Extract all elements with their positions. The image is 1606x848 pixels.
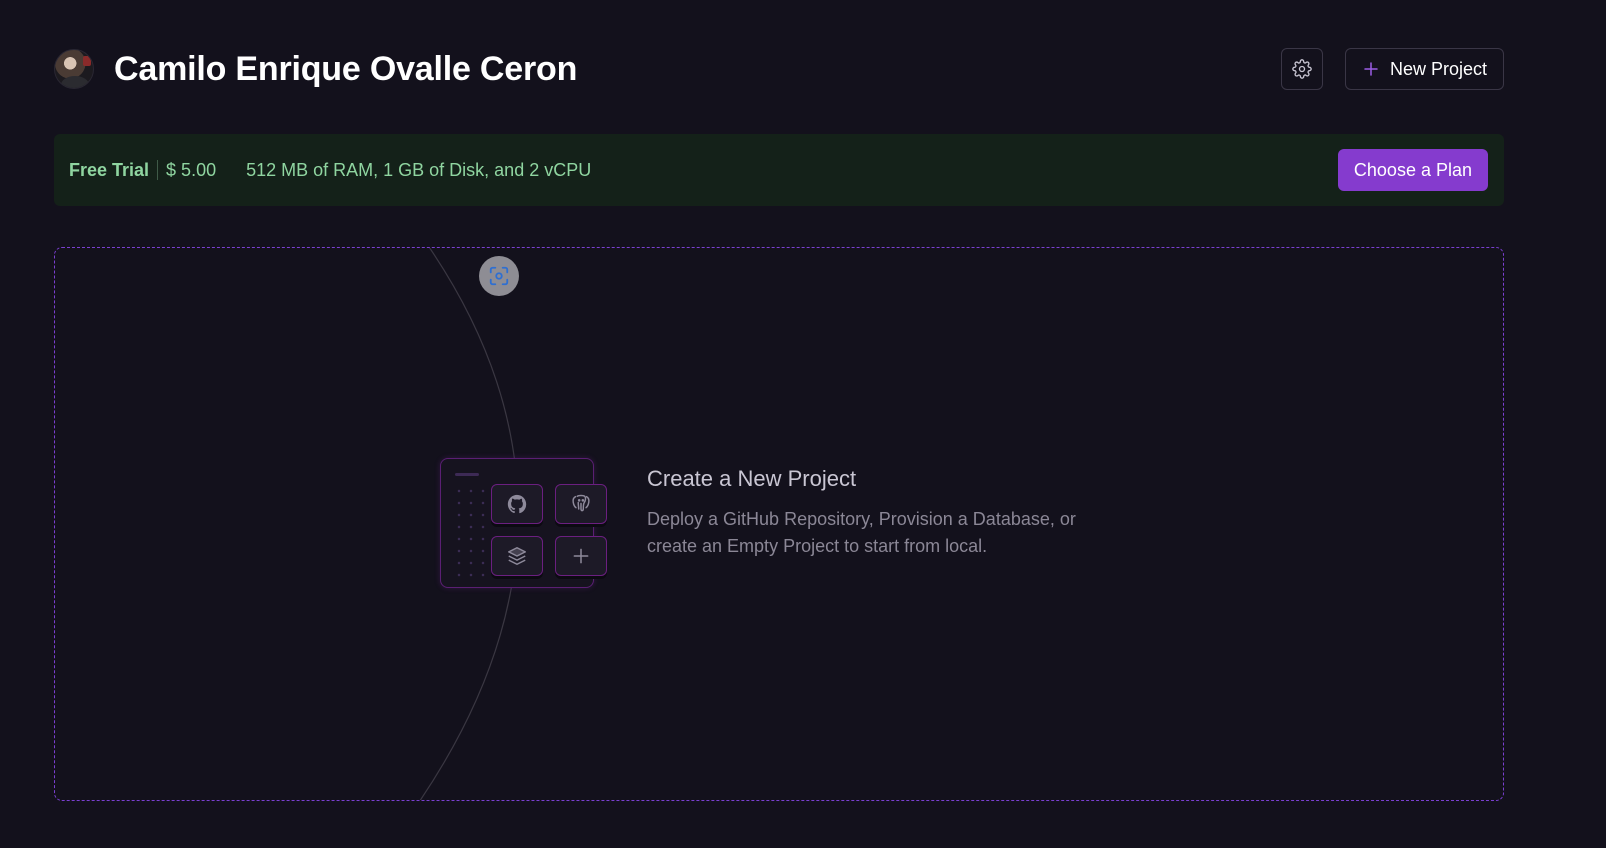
- github-icon: [507, 494, 527, 514]
- trial-label: Free Trial: [69, 159, 150, 180]
- avatar[interactable]: [54, 49, 94, 89]
- project-illustration: [440, 458, 610, 592]
- github-tile: [491, 484, 543, 524]
- plus-icon: [573, 548, 589, 564]
- avatar-accent: [83, 56, 91, 66]
- settings-button[interactable]: [1280, 48, 1323, 90]
- focus-scan-icon: [489, 266, 509, 286]
- new-project-button[interactable]: New Project: [1344, 48, 1504, 90]
- trial-resources: 512 MB of RAM, 1 GB of Disk, and 2 vCPU: [246, 159, 592, 180]
- new-project-label: New Project: [1389, 58, 1487, 79]
- illustration-dots: [453, 485, 493, 581]
- create-project-title: Create a New Project: [647, 466, 857, 491]
- focus-scan-button[interactable]: [479, 256, 519, 296]
- create-project-panel[interactable]: Create a New Project Deploy a GitHub Rep…: [54, 247, 1504, 801]
- postgres-tile: [555, 484, 607, 524]
- trial-banner: Free Trial $ 5.00 512 MB of RAM, 1 GB of…: [54, 134, 1504, 206]
- avatar-shirt: [61, 76, 89, 88]
- trial-divider: [157, 160, 159, 180]
- create-project-text: Create a New Project Deploy a GitHub Rep…: [647, 466, 1117, 560]
- header-actions: New Project: [1280, 48, 1504, 90]
- page-header: Camilo Enrique Ovalle Ceron New Project: [54, 48, 1504, 90]
- empty-project-tile: [555, 536, 607, 576]
- gear-icon: [1292, 59, 1312, 79]
- choose-plan-button[interactable]: Choose a Plan: [1337, 149, 1488, 191]
- dashboard-page: Camilo Enrique Ovalle Ceron New Project …: [0, 0, 1606, 848]
- create-project-description: Deploy a GitHub Repository, Provision a …: [647, 509, 1076, 556]
- plus-icon: [1364, 62, 1378, 76]
- stack-tile: [491, 536, 543, 576]
- page-title: Camilo Enrique Ovalle Ceron: [114, 49, 578, 88]
- stack-icon: [508, 547, 526, 565]
- illustration-bar: [455, 473, 479, 476]
- trial-amount: $ 5.00: [166, 159, 217, 180]
- postgres-icon: [572, 494, 590, 512]
